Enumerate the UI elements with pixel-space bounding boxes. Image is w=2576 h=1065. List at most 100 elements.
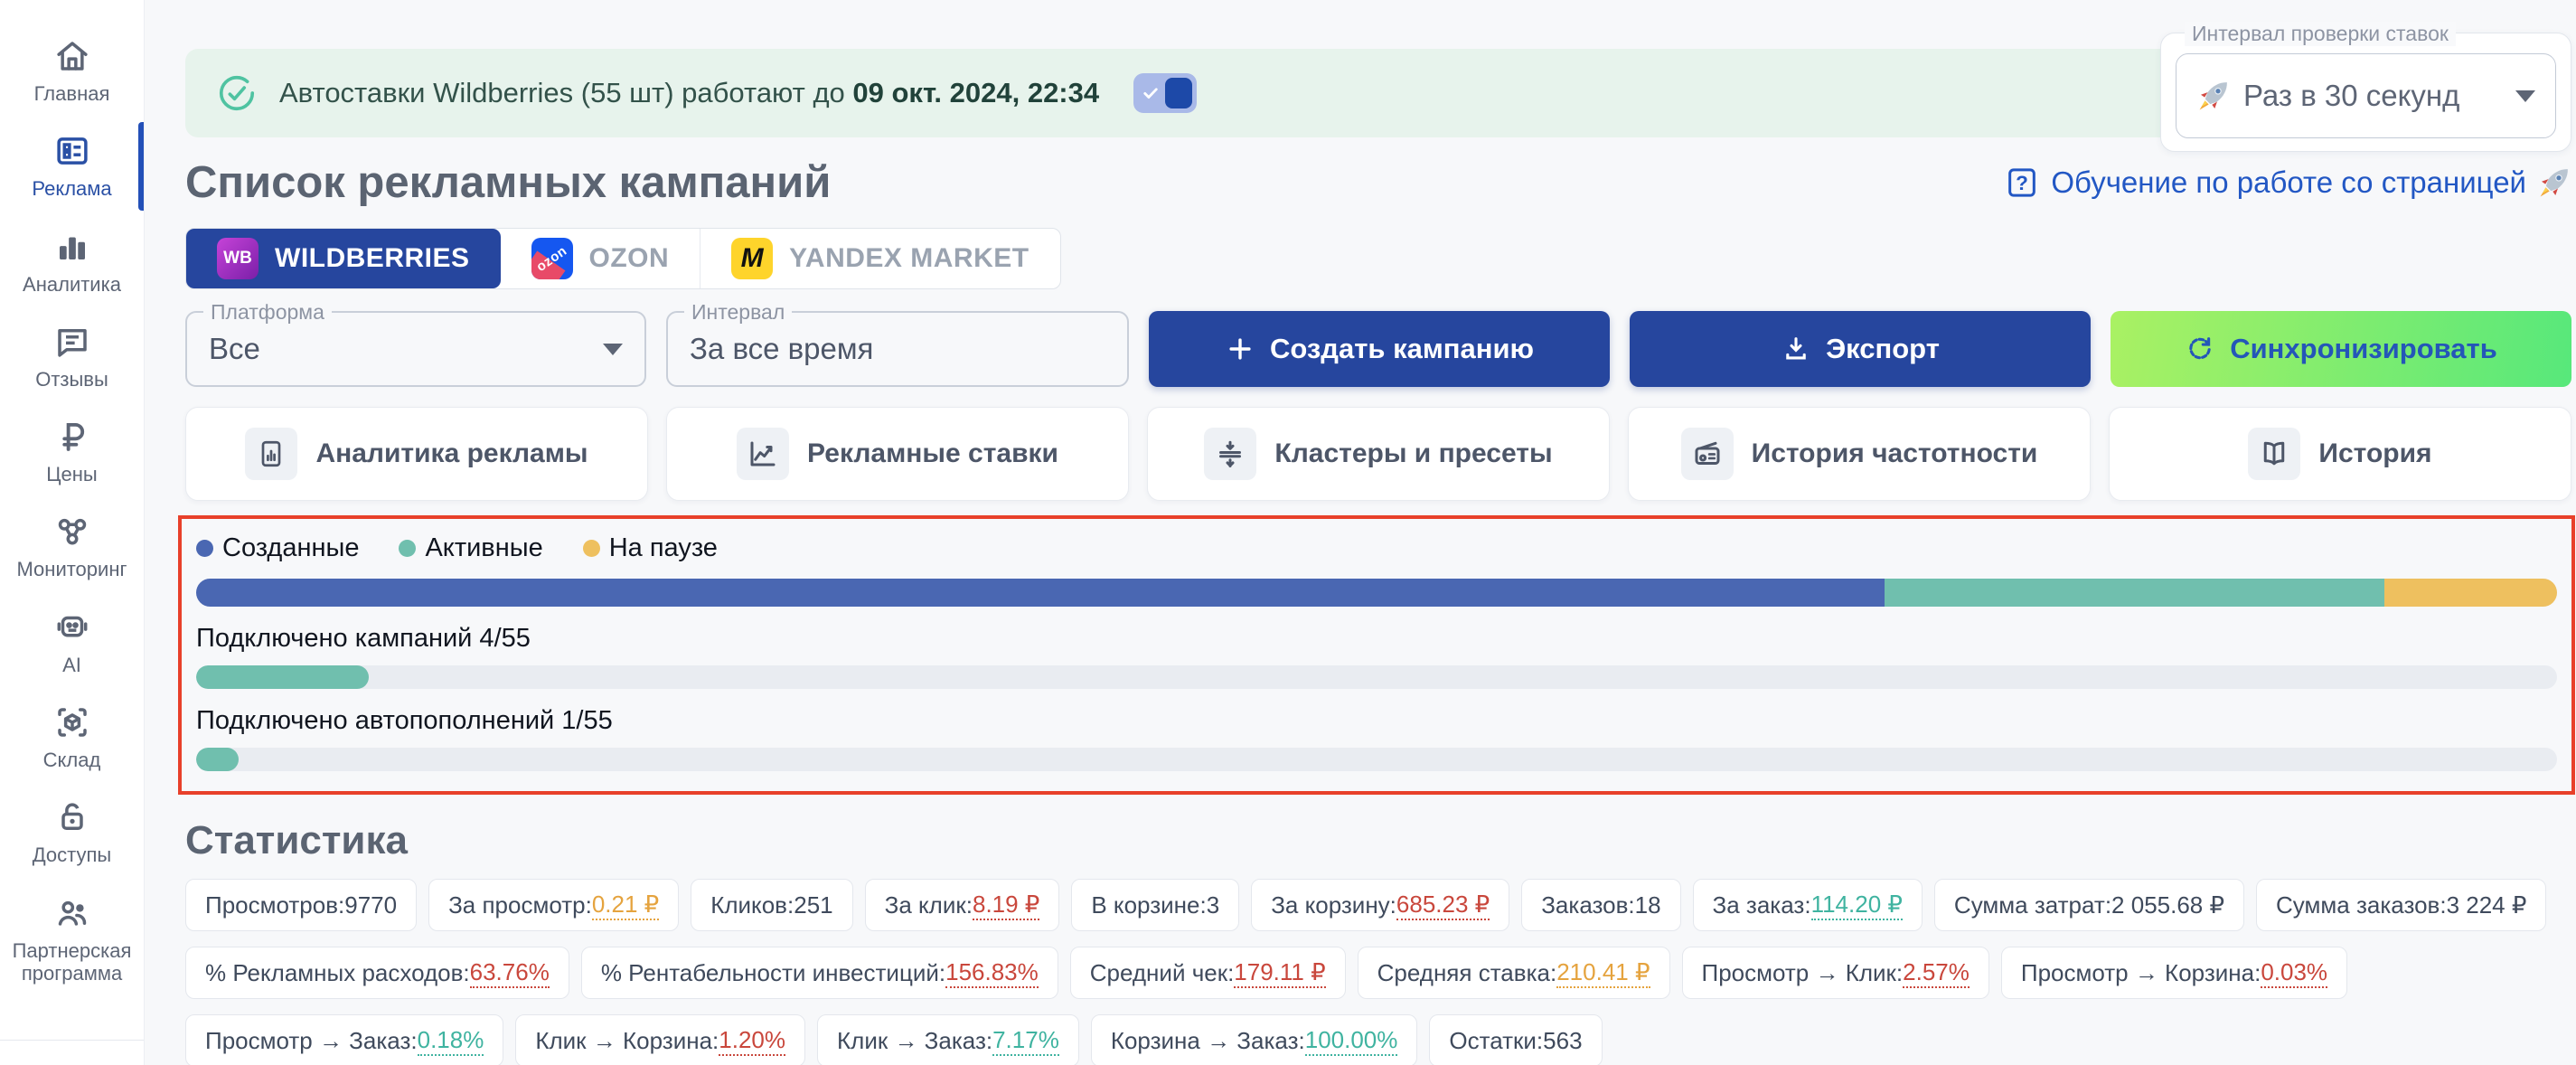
stat-chip: Корзина → Заказ:100.00% (1091, 1014, 1418, 1065)
home-icon (53, 37, 91, 75)
sidebar-item-label: AI (62, 654, 81, 676)
status-bar-segment (1885, 579, 2385, 607)
sidebar-item-home[interactable]: Главная (0, 24, 144, 118)
stat-value[interactable]: 2.57% (1903, 958, 1970, 988)
tool-chartCard[interactable]: Аналитика рекламы (185, 407, 648, 501)
sidebar-item-ai[interactable]: AI (0, 595, 144, 690)
stat-label: Заказов: (1541, 891, 1634, 919)
stat-chip: Клик → Заказ:7.17% (817, 1014, 1079, 1065)
toggle-knob (1165, 78, 1192, 108)
sidebar-item-label: Реклама (32, 177, 111, 200)
stat-value[interactable]: 8.19 ₽ (973, 891, 1039, 920)
tool-radio[interactable]: История частотности (1628, 407, 2091, 501)
prices-icon (53, 418, 91, 456)
tool-lineChart[interactable]: Рекламные ставки (666, 407, 1129, 501)
tool-book[interactable]: История (2109, 407, 2571, 501)
chevron-down-icon (603, 344, 623, 355)
stat-value[interactable]: 0.21 ₽ (592, 891, 659, 920)
connected-autorefills-progress (196, 748, 2557, 771)
stat-chip: Клик → Корзина:1.20% (515, 1014, 805, 1065)
stat-chip: Просмотр → Корзина:0.03% (2001, 947, 2347, 999)
sidebar-item-label: Партнерская программа (5, 939, 138, 985)
stat-value[interactable]: 210.41 ₽ (1556, 958, 1650, 988)
sidebar-item-reviews[interactable]: Отзывы (0, 309, 144, 404)
stat-chip: За клик:8.19 ₽ (865, 879, 1060, 931)
legend-label: Активные (425, 533, 542, 563)
stat-label: % Рекламных расходов: (205, 959, 470, 987)
stat-value[interactable]: 685.23 ₽ (1396, 891, 1490, 920)
bid-check-interval-select[interactable]: Раз в 30 секунд (2176, 53, 2556, 138)
stat-label: Клик → Корзина: (535, 1027, 719, 1055)
sidebar-item-monitoring[interactable]: Мониторинг (0, 499, 144, 594)
sidebar-item-label: Доступы (33, 844, 111, 866)
sync-icon (2185, 334, 2215, 364)
sidebar-item-prices[interactable]: Цены (0, 404, 144, 499)
sidebar-item-analytics[interactable]: Аналитика (0, 214, 144, 309)
stat-value[interactable]: 63.76% (470, 958, 550, 988)
campaign-status-bar (196, 579, 2557, 607)
sidebar-item-ads[interactable]: Реклама (0, 118, 144, 213)
stat-value[interactable]: 100.00% (1305, 1026, 1398, 1056)
bid-check-interval-card: Интервал проверки ставок Раз в 30 секунд (2160, 33, 2571, 152)
interval-filter-input[interactable]: Интервал За все время (666, 311, 1129, 387)
stat-value[interactable]: 1.20% (719, 1026, 785, 1056)
stat-value[interactable]: 179.11 ₽ (1234, 958, 1325, 988)
legend-dot (583, 540, 600, 557)
tab-ym[interactable]: MYANDEX MARKET (700, 229, 1059, 288)
legend-dot (399, 540, 416, 557)
tool-label: Аналитика рекламы (315, 438, 588, 469)
sidebar-item-partners[interactable]: Партнерская программа (0, 881, 144, 999)
stat-chip-row: Просмотр → Заказ:0.18%Клик → Корзина:1.2… (185, 1014, 2571, 1065)
status-legend: СозданныеАктивныеНа паузе (196, 533, 2557, 563)
stat-value[interactable]: 114.20 ₽ (1811, 891, 1903, 920)
stat-value: 9770 (344, 891, 397, 919)
stat-value[interactable]: 156.83% (945, 958, 1039, 988)
autobid-toggle[interactable] (1133, 73, 1197, 113)
sidebar: Главная Реклама АналитикаОтзывыЦеныМонитор… (0, 0, 145, 1065)
stat-value: 18 (1635, 891, 1661, 919)
bid-check-interval-value: Раз в 30 секунд (2243, 79, 2503, 113)
stat-value: 563 (1543, 1027, 1582, 1055)
create-campaign-button[interactable]: Создать кампанию (1149, 311, 1610, 387)
ozon-logo: ozon (531, 238, 573, 279)
stat-value: 2 055.68 ₽ (2111, 891, 2224, 919)
tab-wb[interactable]: WBWILDBERRIES (186, 229, 501, 288)
stat-chip: За заказ:114.20 ₽ (1693, 879, 1923, 931)
stat-value[interactable]: 0.03% (2261, 958, 2327, 988)
ads-icon (53, 132, 91, 170)
stat-chip: Остатки:563 (1429, 1014, 1602, 1065)
svg-text:?: ? (2016, 172, 2028, 194)
plus-icon (1225, 334, 1255, 364)
stat-label: В корзине: (1091, 891, 1206, 919)
tab-label: YANDEX MARKET (789, 243, 1029, 274)
stat-chip-row: Просмотров:9770За просмотр:0.21 ₽Кликов:… (185, 879, 2571, 931)
legend-label: Созданные (222, 533, 359, 563)
page-tutorial-link[interactable]: ? Обучение по работе со страницей (2004, 165, 2571, 201)
stat-value[interactable]: 7.17% (992, 1026, 1059, 1056)
rocket-icon (2196, 79, 2231, 113)
check-icon (1142, 84, 1160, 102)
legend-dot (196, 540, 213, 557)
ai-icon (53, 608, 91, 646)
platform-select-value: Все (209, 332, 603, 366)
stat-chip: % Рекламных расходов:63.76% (185, 947, 569, 999)
export-button[interactable]: Экспорт (1630, 311, 2091, 387)
sidebar-item-warehouse[interactable]: Склад (0, 690, 144, 785)
stat-chip: % Рентабельности инвестиций:156.83% (581, 947, 1058, 999)
platform-select[interactable]: Платформа Все (185, 311, 646, 387)
stat-chip: Кликов:251 (691, 879, 852, 931)
monitoring-icon (53, 513, 91, 551)
tab-label: OZON (589, 243, 670, 274)
tab-label: WILDBERRIES (275, 243, 470, 274)
tool-alignCenter[interactable]: Кластеры и пресеты (1147, 407, 1610, 501)
stat-chip: Средний чек:179.11 ₽ (1070, 947, 1346, 999)
stat-chip: Заказов:18 (1521, 879, 1680, 931)
status-bar-segment (196, 579, 1885, 607)
sync-button[interactable]: Синхронизировать (2111, 311, 2571, 387)
tab-ozon[interactable]: ozon OZON (501, 229, 701, 288)
sidebar-item-access[interactable]: Доступы (0, 785, 144, 880)
stat-value[interactable]: 0.18% (418, 1026, 484, 1056)
highlighted-region: СозданныеАктивныеНа паузе Подключено кам… (178, 515, 2575, 795)
legend-item: Активные (399, 533, 542, 563)
stat-label: За просмотр: (448, 891, 592, 919)
